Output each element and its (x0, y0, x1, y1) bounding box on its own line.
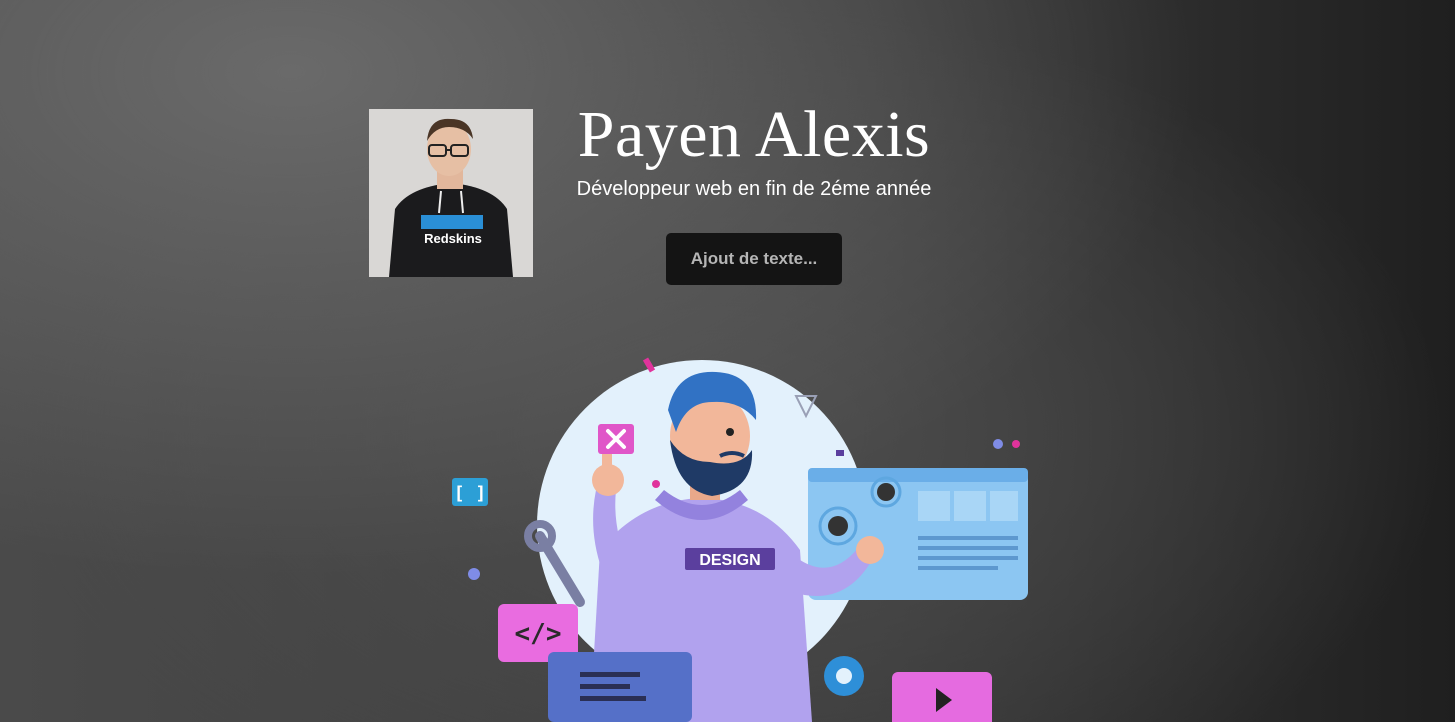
svg-text:[ ]: [ ] (454, 483, 487, 504)
close-icon (598, 424, 634, 454)
page-title: Payen Alexis (577, 98, 931, 171)
svg-text:</>: </> (515, 619, 562, 649)
shirt-text: DESIGN (699, 552, 760, 569)
profile-header: Redskins Payen Alexis Développeur web en… (369, 98, 1089, 289)
hoodie-text: Redskins (424, 231, 482, 246)
page-subtitle: Développeur web en fin de 2éme année (576, 178, 932, 200)
play-icon (892, 672, 992, 722)
avatar: Redskins (369, 109, 533, 277)
gear-icon (824, 656, 864, 696)
developer-illustration: DESIGN [ ] </> (440, 340, 1040, 722)
brackets-icon: [ ] (452, 478, 488, 506)
add-text-button[interactable]: Ajout de texte... (666, 233, 842, 285)
